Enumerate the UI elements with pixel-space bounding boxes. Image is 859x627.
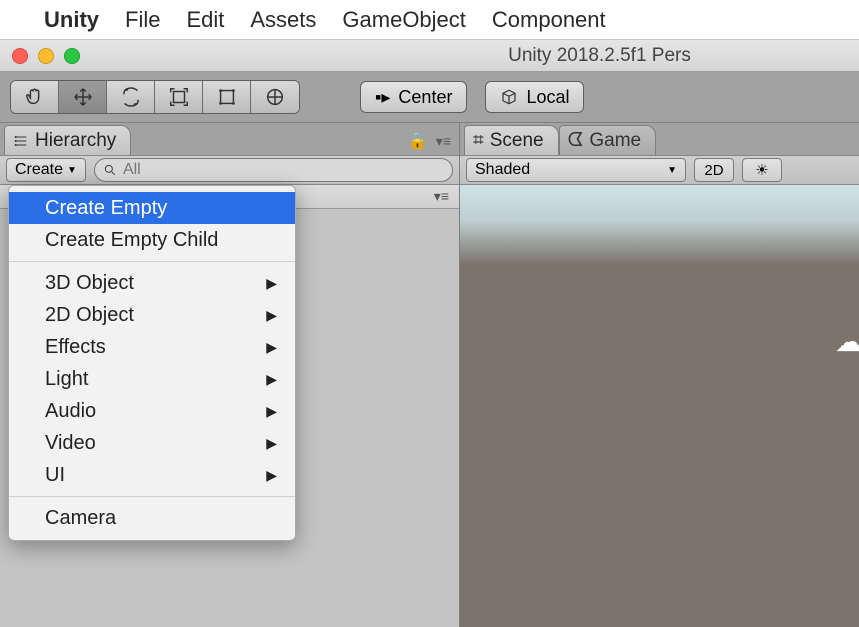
submenu-arrow-icon: ▶ [266, 467, 277, 484]
window-title: Unity 2018.2.5f1 Pers [0, 45, 859, 67]
transform-tools [10, 80, 300, 114]
menu-item-label: Effects [45, 336, 106, 359]
menu-item-3d-object[interactable]: 3D Object ▶ [9, 267, 295, 299]
hierarchy-tabrow: Hierarchy 🔒 ▾≡ [0, 123, 459, 155]
move-icon [72, 86, 94, 108]
sun-icon: ☀ [755, 161, 768, 179]
transform-tool-button[interactable] [251, 81, 299, 113]
menu-component[interactable]: Component [492, 7, 606, 33]
menu-item-label: Video [45, 432, 96, 455]
shading-mode-label: Shaded [475, 161, 530, 179]
menu-separator [9, 261, 295, 262]
create-label: Create [15, 161, 63, 179]
hierarchy-toolbar: Create ▼ All [0, 155, 459, 185]
menu-item-effects[interactable]: Effects ▶ [9, 331, 295, 363]
menu-item-label: 3D Object [45, 272, 134, 295]
menu-item-label: Audio [45, 400, 96, 423]
hierarchy-body[interactable]: ▾≡ Create Empty Create Empty Child 3D Obje… [0, 185, 459, 627]
menu-gameobject[interactable]: GameObject [342, 7, 466, 33]
menu-assets[interactable]: Assets [250, 7, 316, 33]
hierarchy-search-input[interactable]: All [94, 158, 453, 182]
menu-separator [9, 496, 295, 497]
hierarchy-icon [13, 133, 29, 149]
move-tool-button[interactable] [59, 81, 107, 113]
menu-item-light[interactable]: Light ▶ [9, 363, 295, 395]
menu-item-2d-object[interactable]: 2D Object ▶ [9, 299, 295, 331]
chevron-down-icon: ▼ [67, 165, 77, 176]
menu-item-label: 2D Object [45, 304, 134, 327]
menu-edit[interactable]: Edit [186, 7, 224, 33]
hierarchy-panel: Hierarchy 🔒 ▾≡ Create ▼ All ▾≡ Create E [0, 123, 460, 627]
menu-item-ui[interactable]: UI ▶ [9, 459, 295, 491]
grid-icon: ⌗ [473, 130, 484, 152]
tab-game[interactable]: ᗧ Game [559, 125, 657, 155]
cube-icon [500, 88, 518, 106]
hand-icon [24, 86, 46, 108]
menu-item-create-empty-child[interactable]: Create Empty Child [9, 224, 295, 256]
menu-item-label: Create Empty Child [45, 229, 218, 252]
menu-item-label: Light [45, 368, 88, 391]
chevron-down-icon: ▼ [667, 165, 677, 176]
hand-tool-button[interactable] [11, 81, 59, 113]
main-toolbar: ▪▸ Center Local [0, 72, 859, 123]
scene-viewport[interactable]: ☁ [460, 185, 859, 627]
shading-mode-dropdown[interactable]: Shaded ▼ [466, 158, 686, 182]
cloud-icon: ☁ [835, 325, 859, 358]
rotate-tool-button[interactable] [107, 81, 155, 113]
menu-item-audio[interactable]: Audio ▶ [9, 395, 295, 427]
scene-panel: ⌗ Scene ᗧ Game Shaded ▼ 2D ☀ ☁ [460, 123, 859, 627]
menu-item-label: Create Empty [45, 197, 167, 220]
rect-tool-button[interactable] [203, 81, 251, 113]
menu-item-label: UI [45, 464, 65, 487]
tab-scene[interactable]: ⌗ Scene [464, 125, 559, 155]
submenu-arrow-icon: ▶ [266, 307, 277, 324]
transform-icon [264, 86, 286, 108]
toggle-2d-button[interactable]: 2D [694, 158, 734, 182]
scale-tool-button[interactable] [155, 81, 203, 113]
hierarchy-tab-label: Hierarchy [35, 130, 116, 152]
scene-toolbar: Shaded ▼ 2D ☀ [460, 155, 859, 185]
audio-toggle-button[interactable] [790, 158, 810, 182]
scene-row-menu-icon[interactable]: ▾≡ [434, 188, 449, 205]
panels: Hierarchy 🔒 ▾≡ Create ▼ All ▾≡ Create E [0, 123, 859, 627]
menu-file[interactable]: File [125, 7, 160, 33]
tab-hierarchy[interactable]: Hierarchy [4, 125, 131, 155]
create-context-menu: Create Empty Create Empty Child 3D Object ▶… [8, 185, 296, 541]
macos-menubar: Unity File Edit Assets GameObject Compon… [0, 0, 859, 40]
game-tab-label: Game [589, 130, 641, 152]
pivot-mode-button[interactable]: ▪▸ Center [360, 81, 467, 113]
scene-tab-label: Scene [490, 130, 544, 152]
submenu-arrow-icon: ▶ [266, 371, 277, 388]
space-label: Local [526, 87, 569, 108]
space-mode-button[interactable]: Local [485, 81, 584, 113]
create-button[interactable]: Create ▼ [6, 158, 86, 182]
menu-item-video[interactable]: Video ▶ [9, 427, 295, 459]
submenu-arrow-icon: ▶ [266, 339, 277, 356]
search-icon [103, 163, 117, 177]
menu-app[interactable]: Unity [44, 7, 99, 33]
submenu-arrow-icon: ▶ [266, 275, 277, 292]
pacman-icon: ᗧ [568, 130, 584, 152]
rotate-icon [120, 86, 142, 108]
rect-icon [216, 86, 238, 108]
submenu-arrow-icon: ▶ [266, 403, 277, 420]
lighting-toggle-button[interactable]: ☀ [742, 158, 782, 182]
pivot-label: Center [398, 87, 452, 108]
window-titlebar: Unity 2018.2.5f1 Pers [0, 40, 859, 72]
submenu-arrow-icon: ▶ [266, 435, 277, 452]
menu-item-camera[interactable]: Camera [9, 502, 295, 534]
lock-icon[interactable]: 🔒 [408, 131, 428, 151]
panel-menu-icon[interactable]: ▾≡ [436, 133, 451, 150]
scene-tabrow: ⌗ Scene ᗧ Game [460, 123, 859, 155]
scale-icon [168, 86, 190, 108]
menu-item-label: Camera [45, 507, 116, 530]
center-icon: ▪▸ [375, 87, 390, 108]
menu-item-create-empty[interactable]: Create Empty [9, 192, 295, 224]
search-placeholder: All [123, 161, 141, 179]
